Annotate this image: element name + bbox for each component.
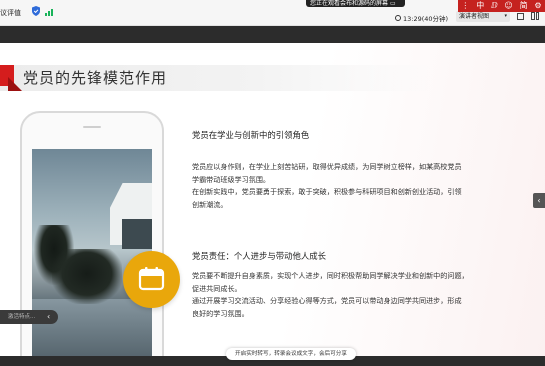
network-signal-icon[interactable]: [45, 9, 53, 16]
screen-share-icon: ▭: [389, 0, 396, 7]
chevron-left-icon[interactable]: ‹: [47, 310, 50, 324]
section-paragraph: 党员应以身作则，在学业上刻苦钻研，取得优异成绩，为同学树立榜样，如某高校党员 学…: [192, 161, 515, 211]
paragraph-line: 通过开展学习交流活动、分享经验心得等方式，党员可以带动身边同学共同进步，形成: [192, 296, 462, 306]
tile-layout-icon[interactable]: [531, 12, 539, 20]
presentation-slide: 党员的先锋模范作用 党员在学业与创新中的引领角色 党员应以身作则，在学业上刻苦钻…: [0, 43, 545, 356]
paragraph-line: 促进共同成长。: [192, 283, 242, 293]
section-heading: 党员在学业与创新中的引领角色: [192, 130, 310, 140]
calendar-badge: [123, 251, 180, 308]
ime-punctuation-icon[interactable]: ⅅ: [491, 0, 498, 12]
share-banner-text: 您正在观看会布和源码的屏幕: [310, 0, 389, 7]
phone-screen-image: [32, 149, 152, 356]
meeting-title: 议评值: [0, 9, 21, 17]
side-panel-toggle[interactable]: ‹: [533, 193, 545, 208]
ime-settings-icon[interactable]: ⚙: [534, 0, 541, 12]
chevron-down-icon: ▾: [504, 13, 507, 19]
paragraph-line: 党员要不断提升自身素质，实现个人进步，同时积极帮助同学解决学业和创新中的问题，: [192, 271, 469, 280]
pill-label: 激活特点...: [8, 314, 36, 320]
tree-silhouette: [52, 249, 122, 304]
calendar-icon: [138, 267, 165, 291]
ime-chinese-mode[interactable]: 中: [476, 0, 484, 12]
timer-text: 13:29(40分钟): [403, 15, 449, 23]
shield-icon[interactable]: [32, 6, 40, 16]
paragraph-line: 学霸带动班级学习氛围。: [192, 174, 271, 184]
water-reflection: [32, 299, 152, 356]
ime-simplified-toggle[interactable]: 简: [520, 0, 528, 12]
fullscreen-icon[interactable]: [517, 13, 524, 20]
paragraph-line: 良好的学习氛围。: [192, 308, 249, 318]
section-paragraph: 党员要不断提升自身素质，实现个人进步，同时积极帮助同学解决学业和创新中的问题， …: [192, 270, 515, 320]
paragraph-line: 创新潮流。: [192, 199, 228, 209]
meeting-timer[interactable]: 13:29(40分钟): [395, 13, 448, 23]
view-dropdown-label: 演讲者视图: [459, 13, 490, 20]
section-heading: 党员责任：个人进步与带动他人成长: [192, 251, 326, 261]
phone-speaker: [83, 126, 101, 128]
paragraph-line: 在创新实践中，党员要勇于探索，敢于突破，积极参与科研项目和创新创业活动，引领: [192, 187, 462, 197]
ime-toolbar: ⋮ 中 ⅅ ☺ 简 ⚙: [458, 0, 545, 12]
paragraph-line: 党员应以身作则，在学业上刻苦钻研，取得优异成绩，为同学树立榜样，如某高校党员: [192, 162, 462, 171]
collapsed-panel-pill[interactable]: 激活特点... ‹: [0, 310, 58, 324]
view-dropdown[interactable]: 演讲者视图 ▾: [456, 11, 510, 22]
ime-emoji-icon[interactable]: ☺: [504, 0, 512, 12]
clock-icon: [395, 15, 401, 21]
slide-title: 党员的先锋模范作用: [23, 69, 168, 87]
building-shadow: [122, 219, 152, 249]
transcription-banner[interactable]: 开启实时转写，转录会议成文字，会后可分享: [226, 348, 356, 360]
screen-share-banner[interactable]: 您正在观看会布和源码的屏幕 ▭: [306, 0, 405, 7]
presentation-top-strip: [0, 26, 545, 43]
title-accent-triangle: [8, 77, 22, 91]
ime-menu-icon[interactable]: ⋮: [461, 0, 469, 12]
